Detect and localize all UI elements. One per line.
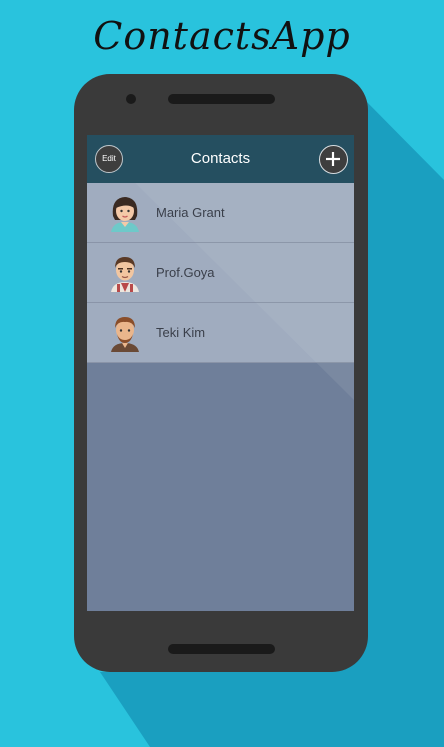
phone-frame: Contacts Edit Maria Grant Prof.Goya Teki…	[74, 74, 368, 672]
header-title: Contacts	[190, 150, 251, 167]
female-avatar-icon	[111, 197, 139, 232]
contact-row[interactable]: Maria Grant	[87, 183, 354, 243]
contact-name: Teki Kim	[156, 325, 206, 340]
contact-row[interactable]: Teki Kim	[87, 303, 354, 363]
plus-icon	[326, 152, 340, 166]
speaker-grille	[168, 94, 275, 104]
home-button[interactable]	[168, 644, 275, 654]
phone-screen: Contacts Edit Maria Grant Prof.Goya Teki…	[87, 135, 354, 611]
add-contact-button[interactable]	[319, 145, 348, 174]
male-avatar-icon	[111, 257, 139, 292]
app-title: ContactsApp	[93, 14, 351, 58]
contact-name: Prof.Goya	[156, 265, 215, 280]
male-avatar-icon	[111, 317, 139, 352]
edit-button[interactable]: Edit	[95, 145, 123, 173]
contact-name: Maria Grant	[156, 205, 225, 220]
contact-row[interactable]: Prof.Goya	[87, 243, 354, 303]
app-header: Contacts Edit	[87, 135, 354, 183]
contact-list: Maria Grant Prof.Goya Teki Kim	[87, 183, 354, 363]
camera-icon	[126, 94, 136, 104]
